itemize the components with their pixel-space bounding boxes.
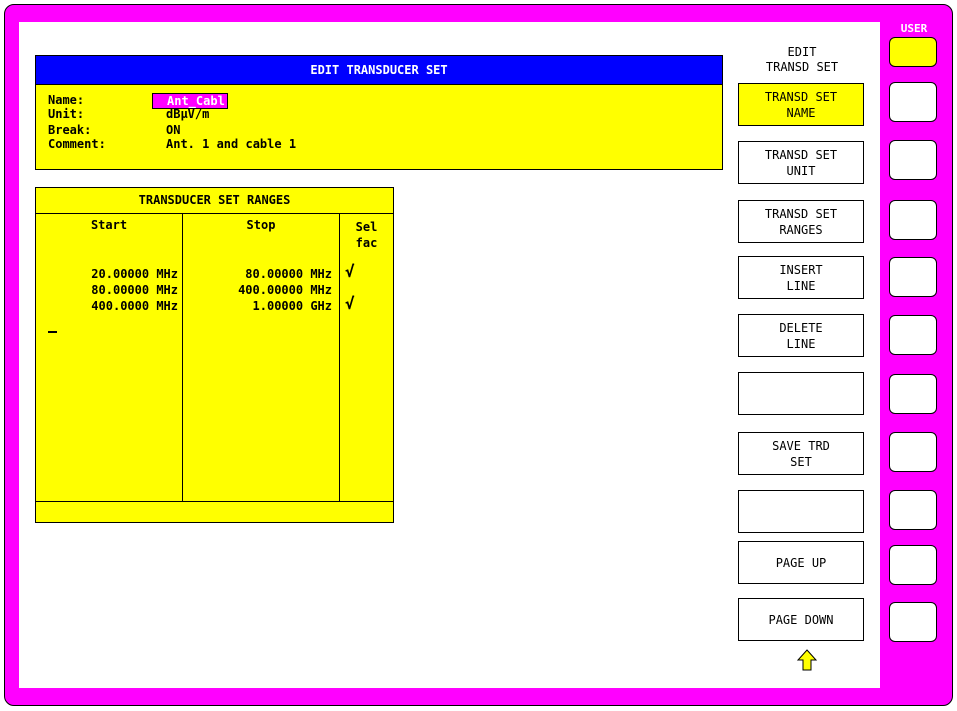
transd-set-name-button[interactable]: TRANSD SET NAME (738, 83, 864, 126)
range-stop-cell[interactable]: 80.00000 MHz (186, 266, 332, 282)
hardkey[interactable] (889, 432, 937, 472)
sel-factor-check-icon[interactable]: √ (345, 296, 355, 312)
sel-factor-check-icon[interactable]: √ (345, 264, 355, 280)
user-key-label: USER (900, 22, 928, 35)
transd-set-unit-button[interactable]: TRANSD SET UNIT (738, 141, 864, 184)
comment-label: Comment: (48, 137, 106, 151)
empty-softkey-button[interactable] (738, 372, 864, 415)
ranges-title: TRANSDUCER SET RANGES (36, 188, 393, 214)
hardkey[interactable] (889, 315, 937, 355)
hardkey[interactable] (889, 82, 937, 122)
hardkey[interactable] (889, 200, 937, 240)
column-divider (182, 213, 183, 501)
hardkey[interactable] (889, 602, 937, 642)
stop-column-header: Stop (246, 218, 276, 232)
hardkey[interactable] (889, 374, 937, 414)
up-arrow-icon (796, 649, 818, 671)
save-trd-set-button[interactable]: SAVE TRD SET (738, 432, 864, 475)
table-footer-line (36, 501, 393, 502)
break-value[interactable]: ON (166, 123, 180, 137)
range-start-cell[interactable]: 400.0000 MHz (40, 298, 178, 314)
transducer-info-panel: Name: Ant_Cabl Unit: dBµV/m Break: ON Co… (35, 85, 723, 170)
user-hardkey[interactable] (889, 37, 937, 67)
menu-title: EDIT TRANSD SET (765, 45, 839, 74)
name-label: Name: (48, 93, 85, 107)
range-start-cell[interactable]: 80.00000 MHz (40, 282, 178, 298)
ranges-table: TRANSDUCER SET RANGES Start Stop Sel fac… (35, 187, 394, 523)
start-column-header: Start (90, 218, 128, 232)
entry-cursor (48, 331, 57, 333)
hardkey[interactable] (889, 140, 937, 180)
comment-value[interactable]: Ant. 1 and cable 1 (166, 137, 296, 151)
delete-line-button[interactable]: DELETE LINE (738, 314, 864, 357)
unit-value[interactable]: dBµV/m (166, 107, 209, 121)
sel-header-line2: fac (355, 236, 378, 250)
hardkey[interactable] (889, 257, 937, 297)
page-up-button[interactable]: PAGE UP (738, 541, 864, 584)
page-down-button[interactable]: PAGE DOWN (738, 598, 864, 641)
transd-set-ranges-button[interactable]: TRANSD SET RANGES (738, 200, 864, 243)
unit-label: Unit: (48, 107, 85, 121)
hardkey[interactable] (889, 545, 937, 585)
break-label: Break: (48, 123, 92, 137)
range-stop-cell[interactable]: 400.00000 MHz (186, 282, 332, 298)
editor-title: EDIT TRANSDUCER SET (35, 55, 723, 85)
column-divider (339, 213, 340, 501)
empty-softkey-button[interactable] (738, 490, 864, 533)
sel-header-line1: Sel (355, 220, 378, 234)
range-stop-cell[interactable]: 1.00000 GHz (186, 298, 332, 314)
range-start-cell[interactable]: 20.00000 MHz (40, 266, 178, 282)
insert-line-button[interactable]: INSERT LINE (738, 256, 864, 299)
hardkey[interactable] (889, 490, 937, 530)
sel-column-header: Sel fac (340, 219, 393, 251)
